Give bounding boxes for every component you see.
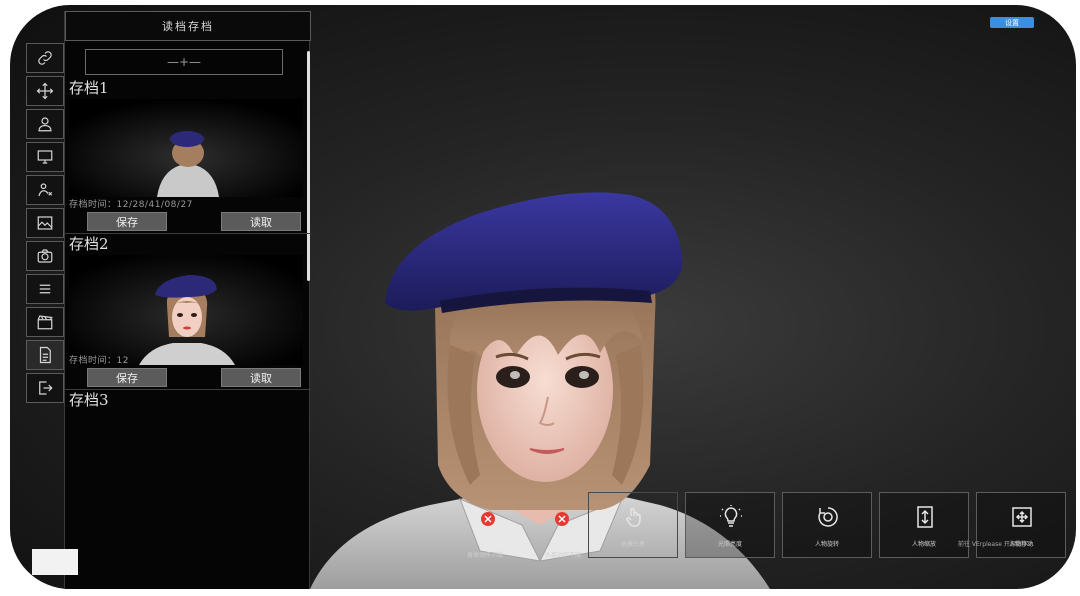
tool-link[interactable] bbox=[26, 43, 64, 73]
tool-character[interactable] bbox=[26, 109, 64, 139]
settings-badge[interactable]: 设置 bbox=[990, 17, 1034, 28]
monitor-icon bbox=[37, 150, 53, 164]
move-icon bbox=[36, 82, 54, 100]
slot-2-timestamp: 存档时间：12 bbox=[69, 356, 129, 366]
hand-pointer-icon bbox=[626, 507, 641, 527]
tool-save-load[interactable] bbox=[26, 340, 64, 370]
slot-2-save-button[interactable]: 保存 bbox=[87, 368, 167, 387]
slot-3-label: 存档3 bbox=[69, 391, 109, 409]
tool-exit[interactable] bbox=[26, 373, 64, 403]
image-icon bbox=[37, 216, 53, 230]
slot-2-load-button[interactable]: 读取 bbox=[221, 368, 301, 387]
vertical-arrows-icon bbox=[917, 506, 933, 528]
scale-action-button[interactable]: 人物缩放 bbox=[879, 492, 969, 558]
clapper-icon bbox=[37, 315, 53, 330]
bulb-icon bbox=[720, 505, 742, 527]
user-icon bbox=[38, 117, 52, 132]
light-action-button[interactable]: 光照亮度 bbox=[685, 492, 775, 558]
tool-move[interactable] bbox=[26, 76, 64, 106]
slot-1-load-button[interactable]: 读取 bbox=[221, 212, 301, 231]
tool-pose[interactable] bbox=[26, 175, 64, 205]
hand-action-button[interactable]: 抚摸头发 bbox=[588, 492, 678, 558]
list-icon bbox=[39, 284, 51, 294]
move-cross-icon bbox=[1012, 507, 1032, 527]
slot-1-save-button[interactable]: 保存 bbox=[87, 212, 167, 231]
tool-camera[interactable] bbox=[26, 241, 64, 271]
tool-scene[interactable] bbox=[26, 208, 64, 238]
scale-action-label: 人物缩放 bbox=[911, 541, 936, 548]
slot-2-thumbnail[interactable] bbox=[69, 255, 303, 365]
slot-1-label: 存档1 bbox=[69, 79, 109, 97]
move-action-button[interactable]: 人物移动 bbox=[976, 492, 1066, 558]
left-toolbar bbox=[26, 15, 64, 425]
save-load-panel: 读档存档 —+— 存档1 存档时间：12/28/41/08/27 保存 读取 存… bbox=[64, 11, 311, 589]
pose-icon bbox=[38, 183, 53, 197]
tool-animation[interactable] bbox=[26, 307, 64, 337]
exit-icon bbox=[39, 381, 53, 395]
rotate-icon bbox=[818, 507, 838, 527]
tool-list[interactable] bbox=[26, 274, 64, 304]
slot-1-timestamp: 存档时间：12/28/41/08/27 bbox=[69, 200, 193, 210]
slot-2-label: 存档2 bbox=[69, 235, 109, 253]
light-action-label: 光照亮度 bbox=[717, 541, 742, 548]
corner-patch bbox=[32, 549, 78, 575]
document-icon bbox=[39, 346, 51, 364]
game-viewport: 身体动作不限 头部动作不限 设置 抚摸头发 光照亮度 人物旋转 人物缩放 人物移… bbox=[10, 5, 1076, 589]
rotate-action-button[interactable]: 人物旋转 bbox=[782, 492, 872, 558]
page-selector[interactable]: —+— bbox=[85, 49, 283, 75]
hand-action-label: 抚摸头发 bbox=[620, 541, 645, 548]
panel-scrollbar[interactable] bbox=[307, 51, 310, 281]
rotate-action-label: 人物旋转 bbox=[814, 541, 839, 548]
slot-1-thumbnail[interactable] bbox=[69, 99, 303, 197]
tool-display[interactable] bbox=[26, 142, 64, 172]
shirt-button-label-left: 身体动作不限 bbox=[466, 552, 503, 559]
watermark: 前往 VErplease 开源数字人 bbox=[958, 541, 1034, 548]
panel-title: 读档存档 bbox=[65, 11, 311, 41]
camera-icon bbox=[37, 249, 53, 263]
link-icon bbox=[38, 51, 52, 65]
